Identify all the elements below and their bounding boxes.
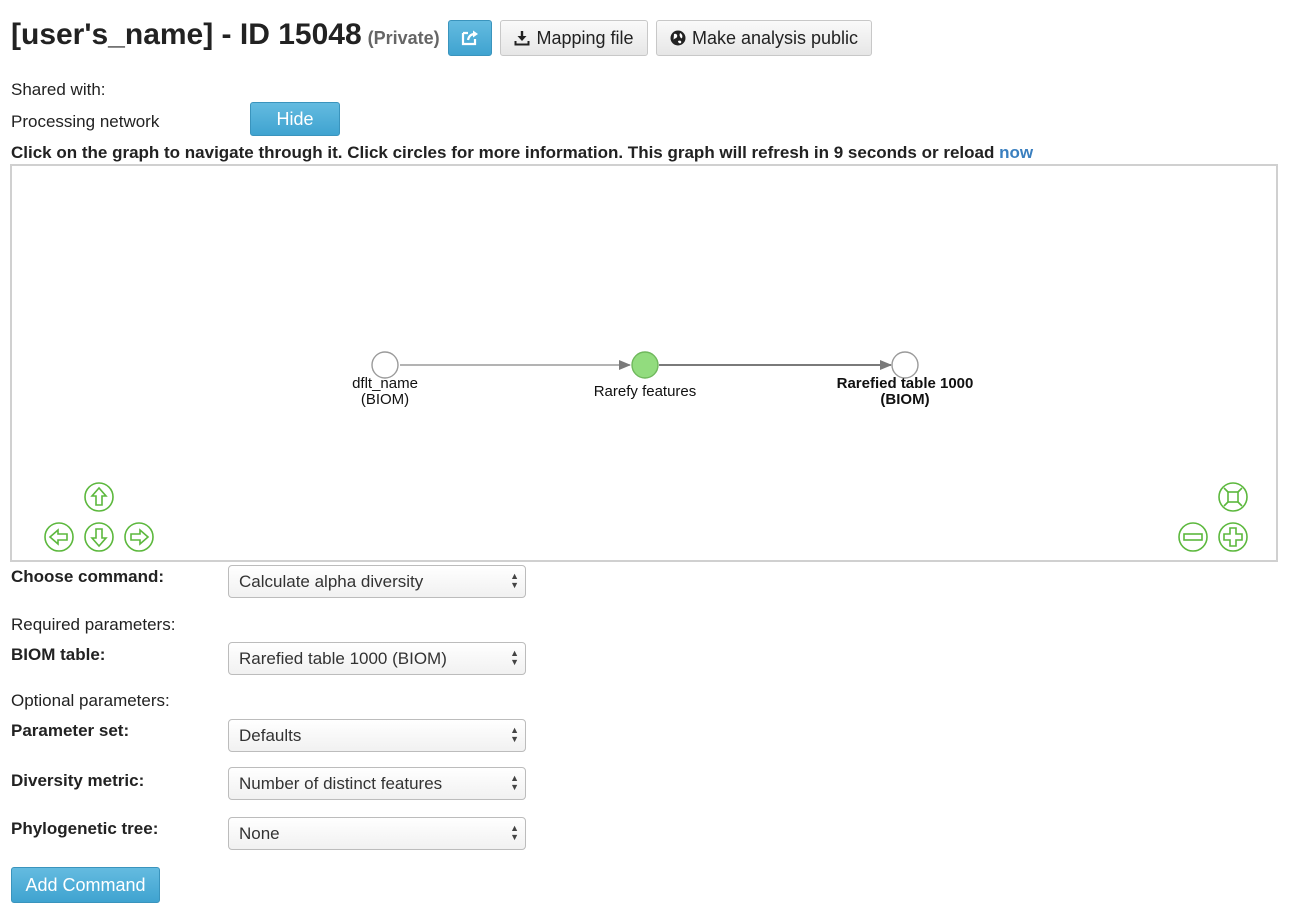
command-select[interactable]: Calculate alpha diversity ▲ ▼ [228,565,526,598]
hide-network-label: Hide [276,108,314,129]
processing-network-graph[interactable]: dflt_name (BIOM) Rarefy features Rarefie… [10,164,1278,562]
node-label: dflt_name [352,375,418,392]
select-arrows-icon: ▲ ▼ [510,823,519,842]
download-icon [514,31,530,46]
make-public-label: Make analysis public [691,27,859,48]
add-command-button[interactable]: Add Command [11,867,160,903]
zoom-in-icon[interactable] [1218,522,1248,552]
diversity-metric-label: Diversity metric: [11,771,145,790]
zoom-extent-icon[interactable] [1218,482,1248,512]
select-arrows-icon: ▲ ▼ [510,571,519,590]
pan-right-icon[interactable] [124,522,154,552]
hide-network-button[interactable]: Hide [250,102,340,136]
make-public-button[interactable]: Make analysis public [656,20,872,56]
optional-parameters-label: Optional parameters: [11,691,170,710]
phylogenetic-tree-label: Phylogenetic tree: [11,819,159,838]
share-icon [461,30,478,46]
network-canvas[interactable]: dflt_name (BIOM) Rarefy features Rarefie… [12,166,1276,560]
phylogenetic-tree-select[interactable]: None ▲ ▼ [228,817,526,850]
select-arrows-icon: ▲ ▼ [510,725,519,744]
page-title: [user's_name] - ID 15048 (Private) [11,18,440,52]
node-label: (BIOM) [361,391,409,408]
add-command-label: Add Command [25,874,146,895]
pan-down-icon[interactable] [84,522,114,552]
reload-now-link[interactable]: now [999,143,1033,162]
parameter-set-label: Parameter set: [11,721,130,740]
pan-up-icon[interactable] [84,482,114,512]
node-rarefy-features[interactable] [631,351,659,379]
parameter-set-value: Defaults [239,725,302,745]
analysis-title: [user's_name] - ID 15048 [11,18,362,51]
parameter-set-select[interactable]: Defaults ▲ ▼ [228,719,526,752]
biom-table-value: Rarefied table 1000 (BIOM) [239,648,447,668]
instructions-text: Click on the graph to navigate through i… [11,143,995,162]
node-label: Rarefied table 1000 [837,375,974,392]
diversity-metric-value: Number of distinct features [239,773,443,793]
mapping-file-button[interactable]: Mapping file [500,20,648,56]
share-button[interactable] [448,20,492,56]
node-label: Rarefy features [594,383,697,400]
diversity-metric-select[interactable]: Number of distinct features ▲ ▼ [228,767,526,800]
zoom-out-icon[interactable] [1178,522,1208,552]
biom-table-select[interactable]: Rarefied table 1000 (BIOM) ▲ ▼ [228,642,526,675]
select-arrows-icon: ▲ ▼ [510,773,519,792]
phylogenetic-tree-value: None [239,823,280,843]
select-arrows-icon: ▲ ▼ [510,648,519,667]
globe-icon [670,30,686,46]
command-select-value: Calculate alpha diversity [239,571,424,591]
required-parameters-label: Required parameters: [11,615,176,634]
node-label: (BIOM) [880,391,929,408]
shared-with-label: Shared with: [11,80,106,99]
choose-command-label: Choose command: [11,567,165,586]
visibility-badge: (Private) [367,28,440,48]
mapping-file-label: Mapping file [536,27,634,48]
graph-instructions: Click on the graph to navigate through i… [11,143,1033,163]
biom-table-label: BIOM table: [11,645,106,664]
processing-network-label: Processing network [11,112,160,131]
pan-left-icon[interactable] [44,522,74,552]
